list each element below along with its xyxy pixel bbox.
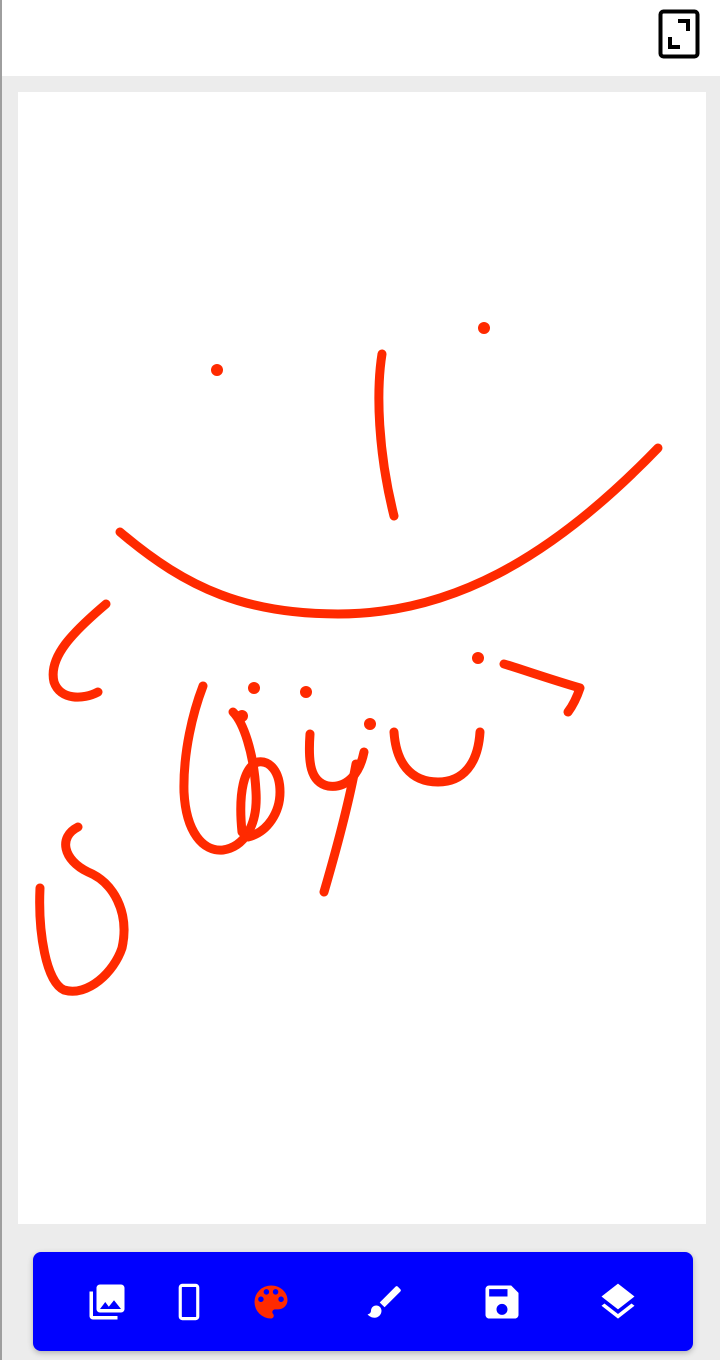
drawing-canvas[interactable] — [18, 92, 706, 1224]
dot — [300, 686, 312, 698]
fullscreen-button[interactable] — [656, 8, 702, 60]
stroke-curl — [48, 599, 111, 702]
palette-button[interactable] — [245, 1276, 297, 1328]
fullscreen-icon — [658, 9, 700, 59]
dot — [472, 652, 484, 664]
dot — [236, 710, 248, 722]
phone-portrait-icon — [178, 1283, 200, 1321]
dot — [211, 364, 223, 376]
canvas-drawing — [35, 322, 663, 996]
image-gallery-icon — [89, 1284, 125, 1320]
dot — [248, 682, 260, 694]
stroke-letter-7 — [499, 659, 585, 717]
palette-icon — [254, 1285, 288, 1319]
stroke-letter-6 — [389, 727, 485, 787]
save-button[interactable] — [476, 1276, 528, 1328]
layers-icon — [601, 1283, 635, 1319]
layers-button[interactable] — [592, 1276, 644, 1328]
orientation-button[interactable] — [163, 1276, 215, 1328]
drawing-app — [0, 0, 720, 1360]
stroke-vertical — [374, 349, 399, 521]
stroke-loop — [35, 822, 129, 996]
dots — [211, 322, 490, 730]
dot — [478, 322, 490, 334]
dot — [364, 718, 376, 730]
brush-icon — [367, 1286, 401, 1318]
gallery-button[interactable] — [81, 1276, 133, 1328]
top-bar — [2, 0, 720, 76]
save-icon — [485, 1285, 519, 1319]
brush-button[interactable] — [359, 1276, 411, 1328]
bottom-toolbar — [33, 1252, 693, 1351]
